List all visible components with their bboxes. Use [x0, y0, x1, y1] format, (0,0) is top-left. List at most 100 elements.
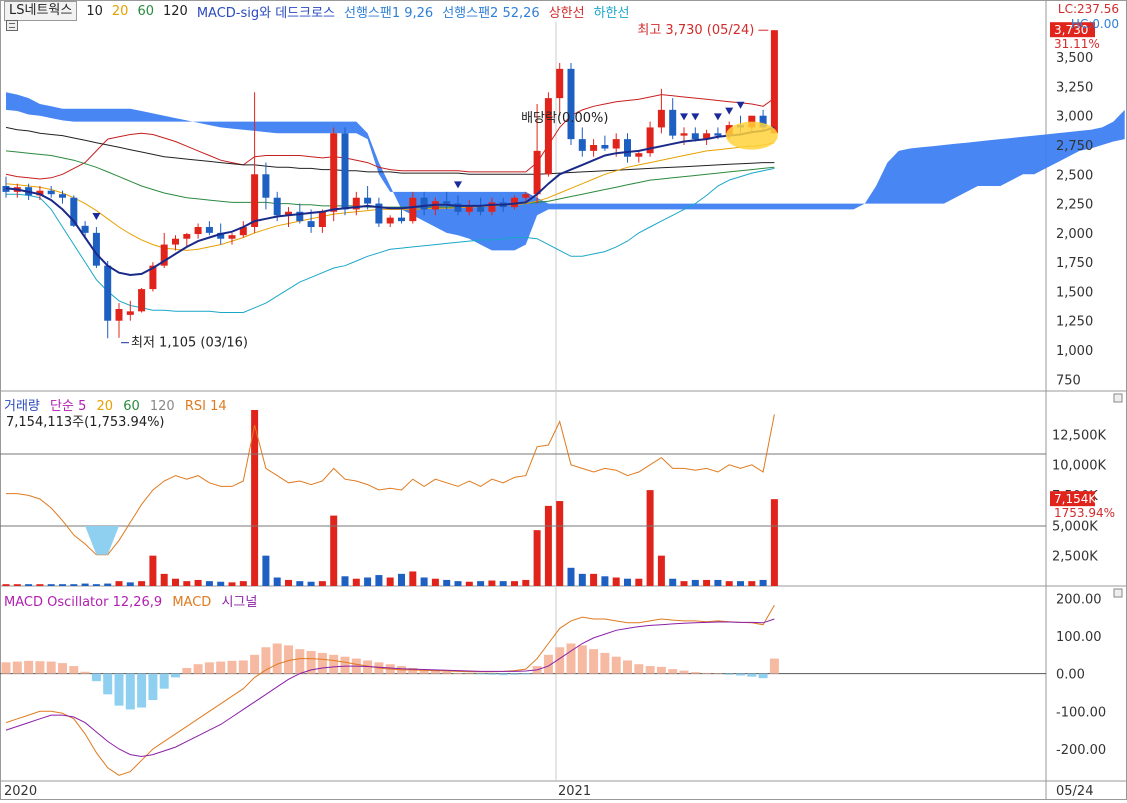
volume-bar — [149, 555, 157, 586]
price-tick-label: 3,000 — [1056, 110, 1093, 125]
macd-oscillator-bar — [645, 666, 655, 674]
volume-bar — [115, 581, 123, 586]
macd-panel-header: MACD Oscillator 12,26,9 MACD 시그널 — [4, 591, 257, 610]
macd-oscillator-bar — [171, 673, 180, 678]
candle-body — [770, 30, 778, 134]
candle-body — [409, 197, 417, 222]
macd-oscillator-bar — [453, 672, 463, 674]
candle-body — [364, 197, 372, 204]
ticker-selector[interactable]: LS네트웍스 — [4, 1, 78, 21]
macd-oscillator-bar — [227, 660, 237, 674]
volume-bar — [533, 530, 541, 586]
price-tick-label: 3,500 — [1056, 51, 1093, 66]
volume-bar — [737, 581, 744, 586]
volume-bar — [691, 579, 699, 586]
price-tick-label: 1,250 — [1056, 315, 1093, 330]
macd-osc-title[interactable]: MACD Oscillator 12,26,9 — [4, 595, 162, 610]
macd-oscillator-bar — [656, 666, 666, 674]
volume-bar — [454, 581, 462, 586]
ma-label-10[interactable]: 10 — [86, 4, 103, 19]
volume-bar — [375, 575, 383, 586]
macd-oscillator-bar — [487, 673, 497, 675]
ma120-line — [5, 126, 775, 175]
candle-body — [183, 234, 191, 239]
volume-bar — [239, 581, 247, 586]
volume-bar — [318, 581, 326, 586]
ma20-line — [5, 142, 775, 251]
macd-oscillator-bar — [58, 663, 67, 674]
volume-bar — [183, 581, 191, 586]
pattern-highlight — [725, 121, 778, 150]
macd-oscillator-bar — [758, 673, 768, 679]
volume-bar — [160, 573, 168, 586]
candle-body — [624, 139, 631, 157]
macd-signal-label[interactable]: MACD-sig와 데드크로스 — [197, 2, 335, 21]
bollinger-upper-line — [5, 94, 775, 180]
macd-tick-label: -100.00 — [1056, 705, 1106, 720]
signal-label[interactable]: 시그널 — [221, 595, 257, 610]
candle-body — [714, 133, 722, 136]
macd-oscillator-bar — [510, 673, 519, 675]
macd-tick-label: 200.00 — [1056, 592, 1102, 607]
macd-label[interactable]: MACD — [172, 595, 211, 610]
macd-tick-label: 100.00 — [1056, 630, 1102, 645]
volume-tick-label: 5,000K — [1052, 519, 1098, 534]
volume-bar — [81, 583, 89, 586]
macd-oscillator-bar — [690, 672, 700, 674]
span1-label[interactable]: 선행스팬1 9,26 — [344, 2, 433, 21]
candle-body — [669, 109, 677, 136]
macd-oscillator-bar — [521, 673, 531, 675]
macd-oscillator-bar — [114, 673, 124, 706]
macd-oscillator-bar — [611, 656, 621, 674]
macd-oscillator-bar — [600, 652, 610, 674]
candle-body — [228, 235, 236, 239]
volume-bar — [262, 555, 270, 586]
macd-oscillator-bar — [46, 661, 56, 674]
price-tick-label: 2,500 — [1056, 168, 1093, 183]
volume-bar — [477, 581, 485, 586]
candle-body — [398, 217, 405, 222]
ma-label-120[interactable]: 120 — [163, 4, 188, 19]
macd-oscillator-bar — [182, 667, 192, 674]
candle-body — [59, 194, 66, 198]
panel-menu-icon[interactable] — [6, 20, 18, 31]
candle-body — [194, 227, 202, 235]
price-tick-label: 2,250 — [1056, 198, 1093, 213]
bb-lower-label[interactable]: 하한선 — [594, 2, 630, 21]
lc-label: LC:237.56 — [1057, 2, 1119, 16]
volume-tick-label: 12,500K — [1052, 428, 1106, 443]
candle-body — [307, 221, 315, 227]
macd-oscillator-bar — [668, 669, 678, 674]
last-volume-pct-label: 1753.94% — [1054, 506, 1115, 520]
candle-body — [556, 68, 564, 99]
ma-label-60[interactable]: 60 — [137, 4, 154, 19]
candle-body — [544, 98, 552, 175]
candle-body — [635, 153, 643, 157]
macd-oscillator-bar — [476, 673, 486, 675]
macd-oscillator-bar — [442, 671, 452, 674]
volume-bar — [409, 571, 417, 586]
candle-body — [104, 265, 112, 321]
candle-body — [578, 139, 586, 151]
low-price-annotation: 최저 1,105 (03/16) — [131, 336, 248, 351]
rsi-label[interactable]: RSI 14 — [185, 399, 227, 414]
ma-label-20[interactable]: 20 — [112, 4, 129, 19]
volume-bar — [172, 578, 179, 586]
volume-bar — [578, 573, 586, 586]
candle-body — [443, 201, 451, 204]
ma10-line — [5, 126, 775, 277]
volume-bar — [352, 578, 360, 586]
candle-body — [126, 311, 134, 315]
ma60-line — [5, 150, 775, 208]
macd-oscillator-bar — [80, 671, 90, 674]
volume-bar — [205, 581, 213, 586]
volume-bar — [25, 584, 33, 586]
macd-oscillator-bar — [747, 673, 757, 677]
bb-upper-label[interactable]: 상한선 — [549, 2, 585, 21]
volume-bar — [465, 581, 473, 586]
span2-label[interactable]: 선행스팬2 52,26 — [442, 2, 539, 21]
volume-bar — [657, 555, 665, 586]
macd-oscillator-bar — [634, 664, 644, 674]
volume-bar — [273, 577, 281, 586]
macd-oscillator-bar — [498, 673, 508, 676]
